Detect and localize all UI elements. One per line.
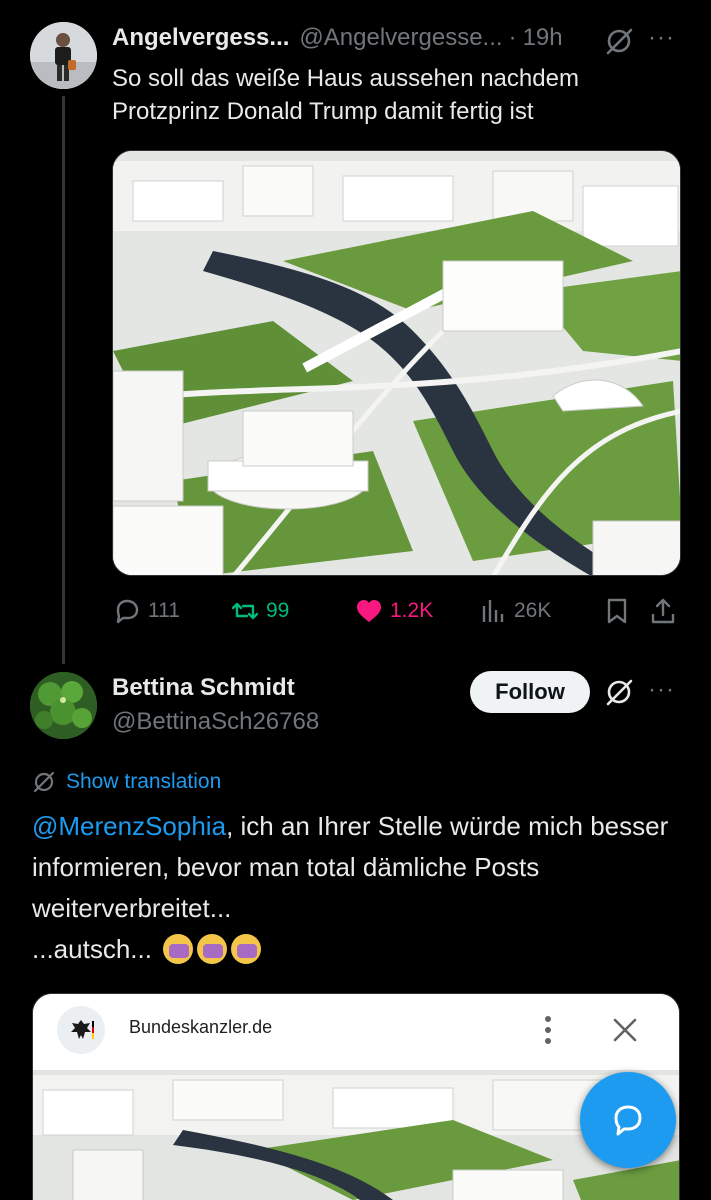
bookmark-button[interactable] [602,596,638,626]
heart-icon [357,600,381,622]
bookmark-icon [607,598,627,624]
views-button[interactable]: 26K [478,596,551,626]
more-icon[interactable]: ··· [648,676,675,704]
facepalm-emoji [197,934,228,964]
tweet-text: So soll das weiße Haus aussehen nachdem … [112,65,579,125]
separator-dot: · [508,24,517,51]
retweet-count: 99 [266,599,290,622]
thread-connector-line [62,96,65,664]
author-name[interactable]: Angelvergess... [112,24,289,51]
embedded-screenshot-card[interactable]: Bundeskanzler.de [32,993,680,1200]
author-name[interactable]: Bettina Schmidt [112,674,295,702]
tweet-image[interactable] [112,150,681,576]
tweet-actions: 111 99 1.2K 26K [112,596,682,632]
tweet-header: Angelvergess... @Angelvergesse... · 19h [112,24,563,52]
views-icon [482,600,504,622]
reply-button[interactable]: 111 [112,596,180,626]
kebab-icon[interactable] [541,1014,555,1046]
share-icon [651,598,675,624]
facepalm-emoji [231,934,262,964]
reply-icon [116,599,139,624]
share-button[interactable] [648,596,684,626]
facepalm-emoji [163,934,194,964]
tweet-body-line2: ...autsch... [32,934,152,964]
author-handle[interactable]: @BettinaSch26768 [112,708,319,736]
card-header: Bundeskanzler.de [33,994,679,1066]
card-domain: Bundeskanzler.de [129,1017,273,1037]
show-translation-link[interactable]: Show translation [32,770,221,794]
avatar[interactable] [30,22,97,89]
retweet-button[interactable]: 99 [230,596,289,626]
like-count: 1.2K [390,599,434,622]
close-icon[interactable] [611,1016,639,1044]
timestamp[interactable]: 19h [523,24,563,51]
compose-message-icon [614,1105,642,1136]
translation-label: Show translation [66,770,222,793]
like-button[interactable]: 1.2K [354,596,433,626]
avatar[interactable] [30,672,97,739]
more-icon[interactable]: ··· [648,24,675,52]
grok-icon[interactable] [604,677,634,707]
eagle-icon [57,1006,105,1054]
author-handle[interactable]: @Angelvergesse... [299,24,502,51]
tweet-text: @MerenzSophia, ich an Ihrer Stelle würde… [32,806,682,970]
translate-icon [33,771,55,793]
follow-button[interactable]: Follow [470,671,590,713]
retweet-icon [231,602,259,620]
compose-message-button[interactable] [580,1072,676,1168]
mention-link[interactable]: @MerenzSophia [32,811,226,841]
reply-count: 111 [148,599,180,622]
grok-icon[interactable] [604,26,634,56]
view-count: 26K [514,599,552,622]
